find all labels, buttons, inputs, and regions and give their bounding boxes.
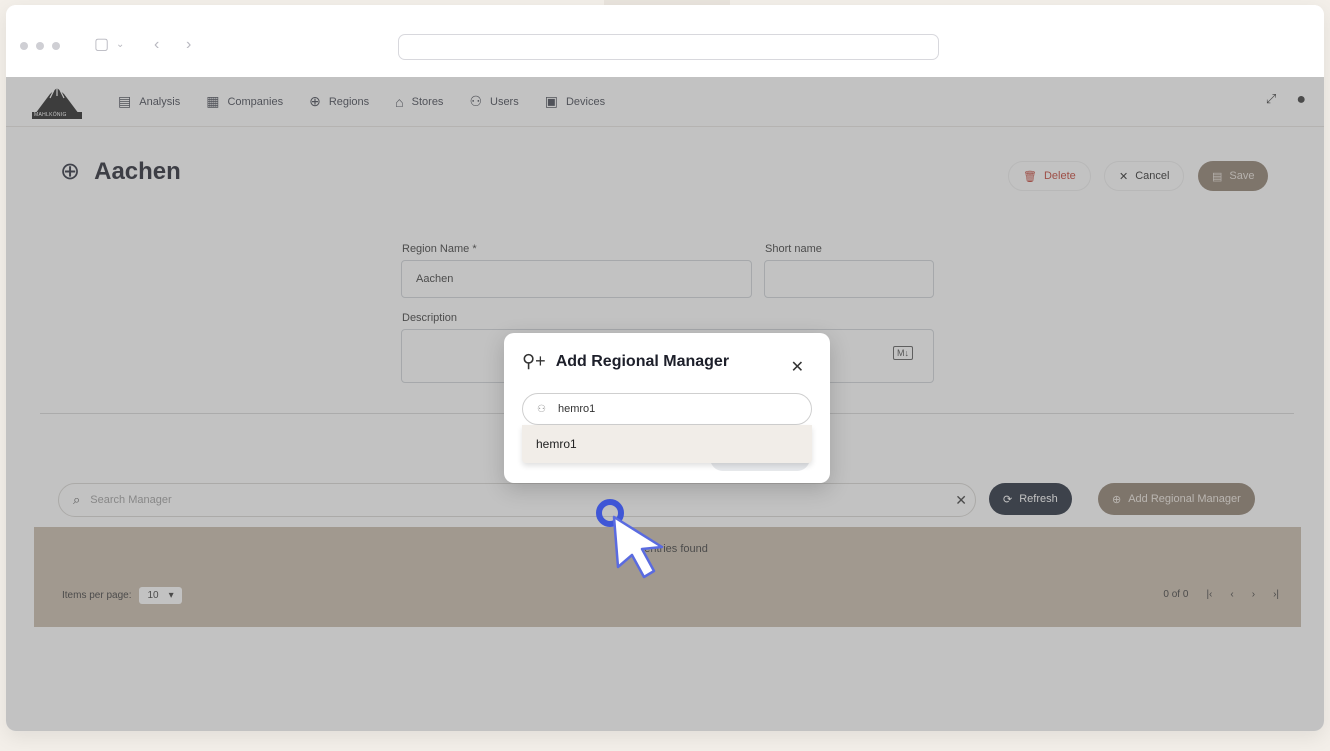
app: MAHLKÖNIG ▤ Analysis ▦ Companies ⊕ Regions …	[6, 77, 1324, 731]
add-user-icon: ⚲+	[522, 351, 546, 371]
browser-window: ▢ ⌄ ‹ › MAHLKÖNIG ▤ Analysis ▦ Companies ⊕…	[6, 5, 1324, 731]
forward-icon[interactable]: ›	[186, 37, 191, 53]
dialog-title: Add Regional Manager	[555, 352, 730, 370]
add-regional-manager-dialog: ⚲+ Add Regional Manager ✕ ⚇ hemro1 hemro…	[504, 333, 830, 483]
close-icon[interactable]: ✕	[791, 357, 804, 377]
pointer-cursor-icon	[596, 499, 664, 579]
browser-chrome: ▢ ⌄ ‹ ›	[6, 5, 1324, 77]
window-controls[interactable]	[20, 42, 60, 50]
users-icon: ⚇	[537, 403, 546, 415]
back-icon[interactable]: ‹	[154, 37, 159, 53]
url-bar[interactable]	[398, 34, 939, 60]
user-search-input[interactable]: ⚇ hemro1	[522, 393, 812, 425]
autocomplete-option[interactable]: hemro1	[522, 425, 812, 463]
sidebar-toggle-icon[interactable]: ▢	[94, 37, 109, 53]
chevron-down-icon[interactable]: ⌄	[116, 37, 124, 53]
